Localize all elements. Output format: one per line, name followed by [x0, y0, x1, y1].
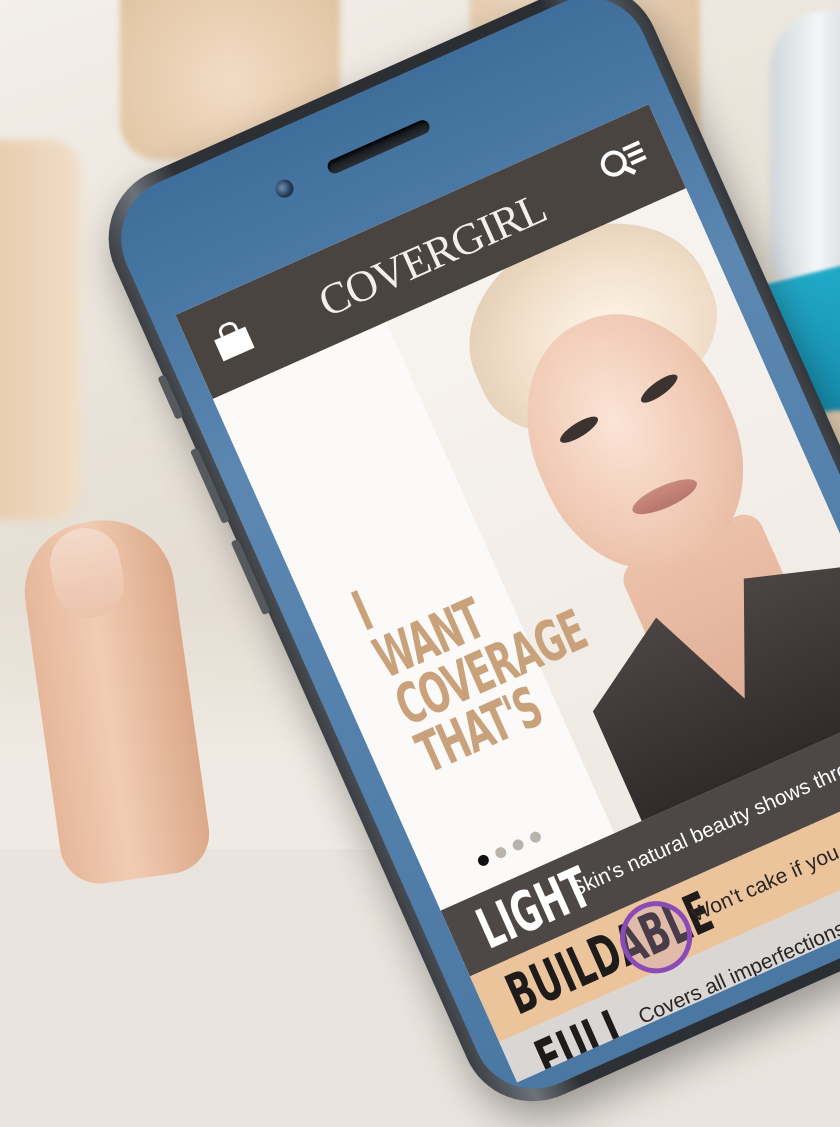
- foundation-bottle: [0, 140, 80, 520]
- carousel-dot[interactable]: [493, 845, 509, 860]
- carousel-dot[interactable]: [528, 829, 543, 845]
- compact-case: [770, 10, 840, 310]
- carousel-dot[interactable]: [510, 837, 526, 853]
- carousel-dot-active[interactable]: [476, 853, 491, 868]
